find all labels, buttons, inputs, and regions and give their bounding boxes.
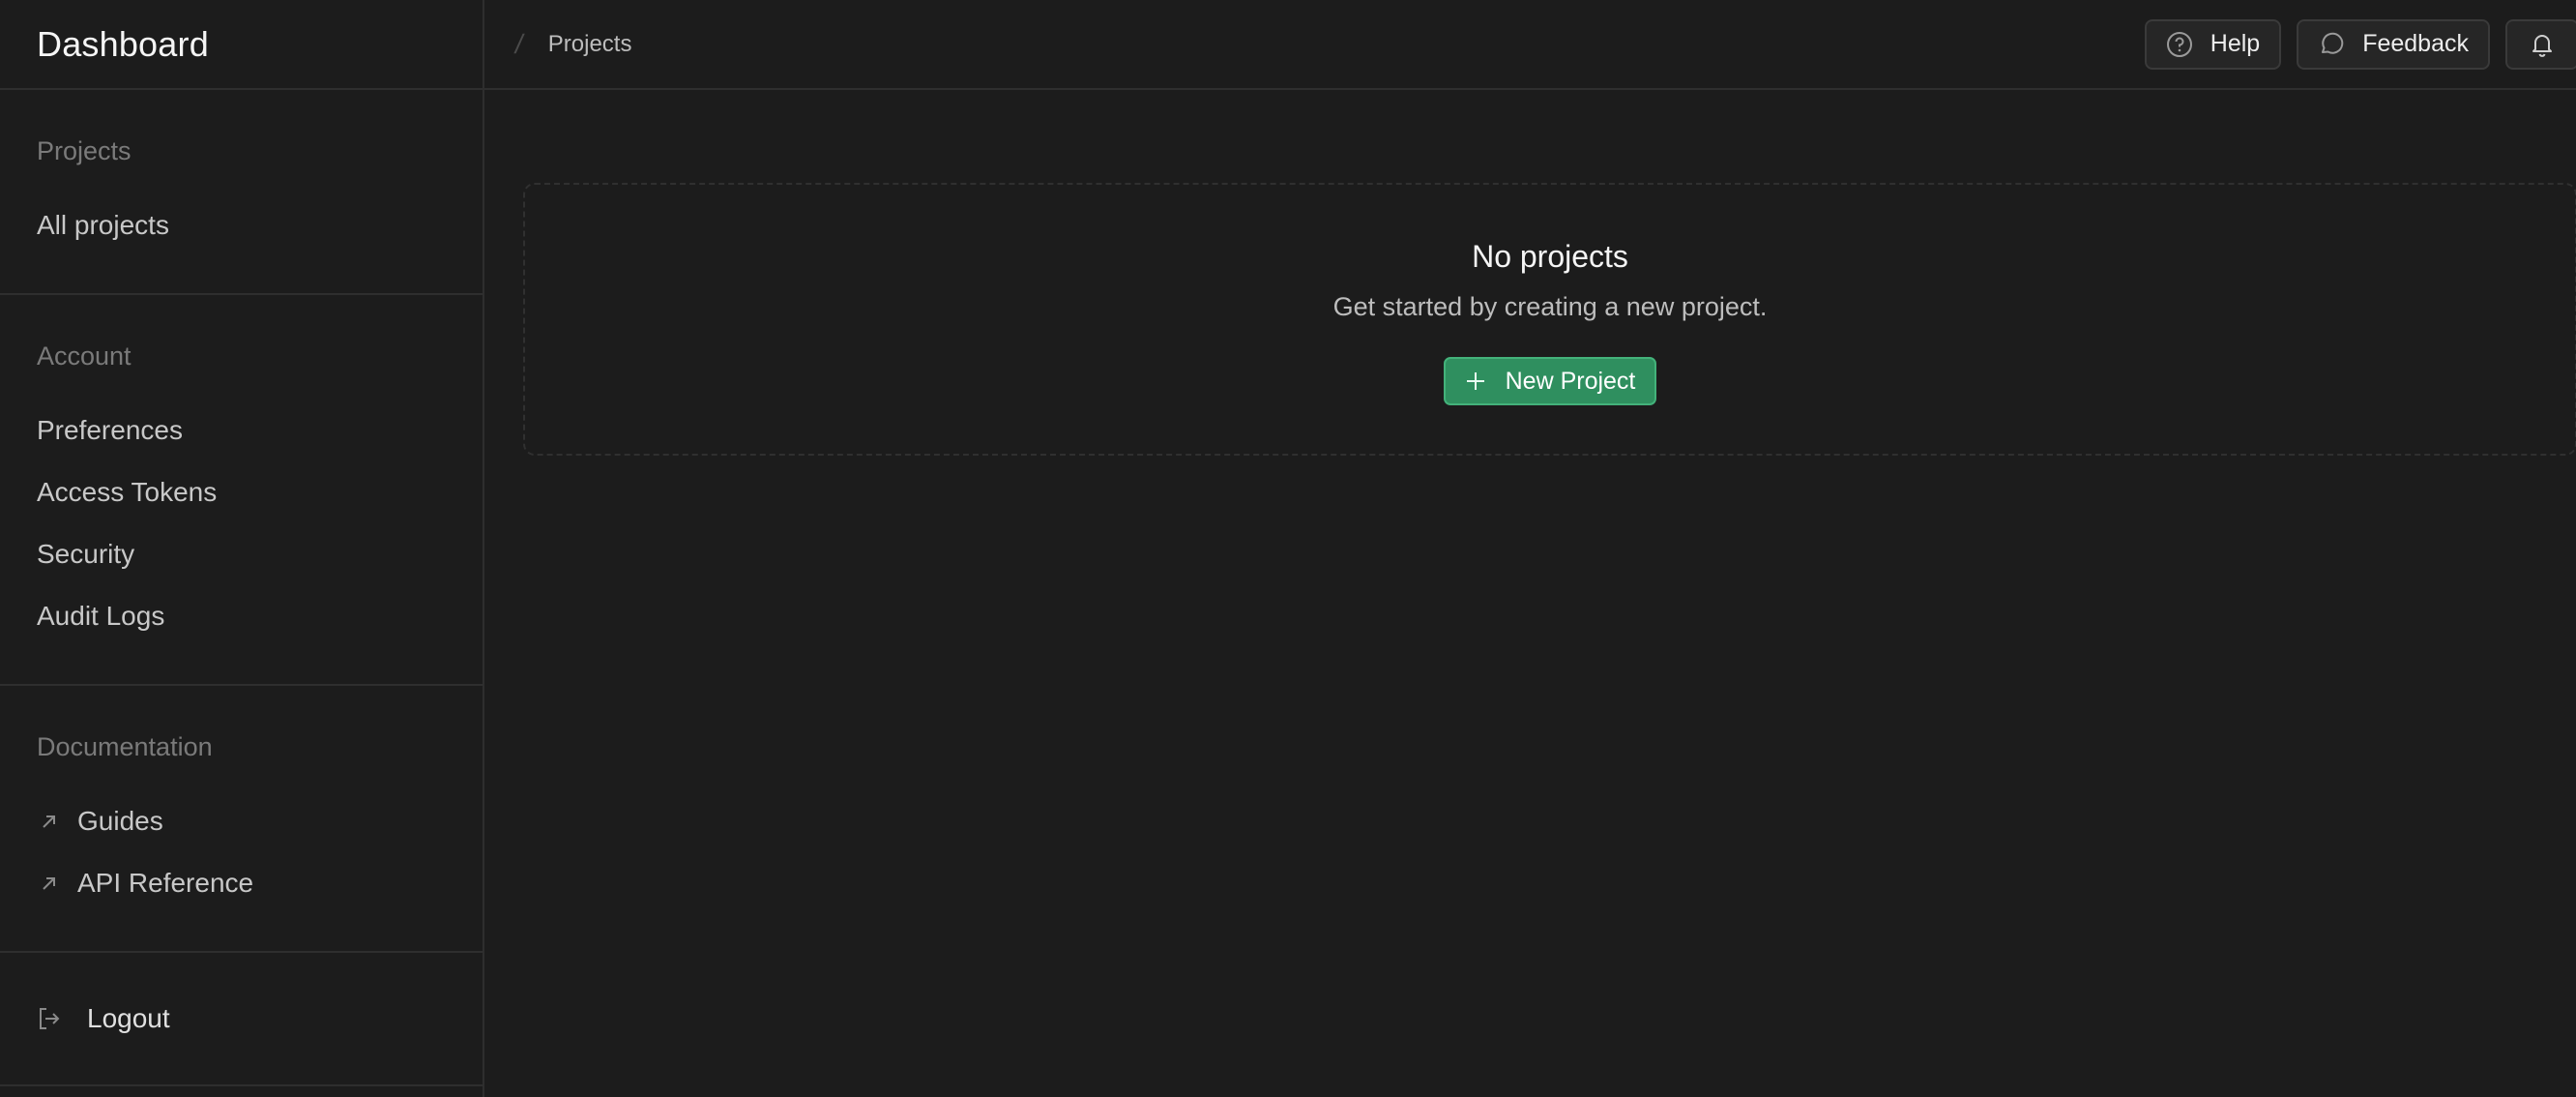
notifications-button[interactable]: [2505, 18, 2576, 70]
content: No projects Get started by creating a ne…: [484, 90, 2576, 456]
external-link-icon: [39, 811, 60, 832]
empty-state: No projects Get started by creating a ne…: [523, 183, 2576, 456]
sidebar-item-label: API Reference: [77, 868, 254, 898]
new-project-label: New Project: [1505, 367, 1636, 395]
sidebar-item-api-reference[interactable]: API Reference: [0, 852, 483, 914]
sidebar-item-label: Audit Logs: [37, 601, 165, 631]
feedback-label: Feedback: [2362, 30, 2469, 57]
external-link-icon: [39, 873, 60, 894]
new-project-button[interactable]: New Project: [1443, 357, 1657, 405]
sidebar-item-access-tokens[interactable]: Access Tokens: [0, 461, 483, 523]
sidebar-header: Dashboard: [0, 0, 483, 90]
message-circle-icon: [2318, 31, 2345, 58]
sidebar-item-audit-logs[interactable]: Audit Logs: [0, 585, 483, 647]
topbar: / Projects Help Feedback: [484, 0, 2576, 90]
nav-section-logout: Logout: [0, 953, 483, 1086]
sidebar-title: Dashboard: [37, 23, 209, 64]
sidebar-item-label: Security: [37, 539, 135, 569]
nav-section-documentation: Documentation Guides API Reference: [0, 686, 483, 953]
topbar-actions: Help Feedback: [2144, 18, 2576, 70]
plus-icon: [1465, 371, 1486, 392]
nav-section-title: Projects: [37, 136, 132, 165]
empty-state-title: No projects: [1472, 239, 1628, 274]
sidebar-item-guides[interactable]: Guides: [0, 790, 483, 852]
sidebar-item-preferences[interactable]: Preferences: [0, 400, 483, 461]
logout-label: Logout: [87, 1003, 170, 1033]
help-label: Help: [2210, 30, 2261, 57]
breadcrumb-item-projects[interactable]: Projects: [548, 31, 632, 58]
nav-section-account: Account Preferences Access Tokens Securi…: [0, 295, 483, 686]
main-area: / Projects Help Feedback No projects Get…: [484, 0, 2576, 1097]
nav-section-projects: Projects All projects: [0, 90, 483, 295]
sidebar-item-all-projects[interactable]: All projects: [0, 194, 483, 256]
breadcrumb-separator: /: [512, 28, 526, 59]
nav-section-title: Documentation: [37, 732, 213, 761]
sidebar-item-label: Guides: [77, 806, 163, 836]
sidebar-item-security[interactable]: Security: [0, 523, 483, 585]
logout-button[interactable]: Logout: [0, 988, 483, 1050]
empty-state-subtitle: Get started by creating a new project.: [1332, 292, 1768, 321]
help-button[interactable]: Help: [2144, 18, 2282, 70]
app-root: Dashboard Projects All projects Account …: [0, 0, 2576, 1097]
feedback-button[interactable]: Feedback: [2297, 18, 2490, 70]
help-icon: [2166, 31, 2193, 58]
sidebar-item-label: Preferences: [37, 415, 183, 445]
breadcrumb: / Projects: [512, 28, 632, 60]
sidebar-item-label: All projects: [37, 210, 169, 240]
sidebar: Dashboard Projects All projects Account …: [0, 0, 484, 1097]
bell-icon: [2529, 31, 2556, 58]
nav-section-title: Account: [37, 341, 132, 371]
logout-icon: [37, 1006, 62, 1031]
sidebar-item-label: Access Tokens: [37, 477, 218, 507]
